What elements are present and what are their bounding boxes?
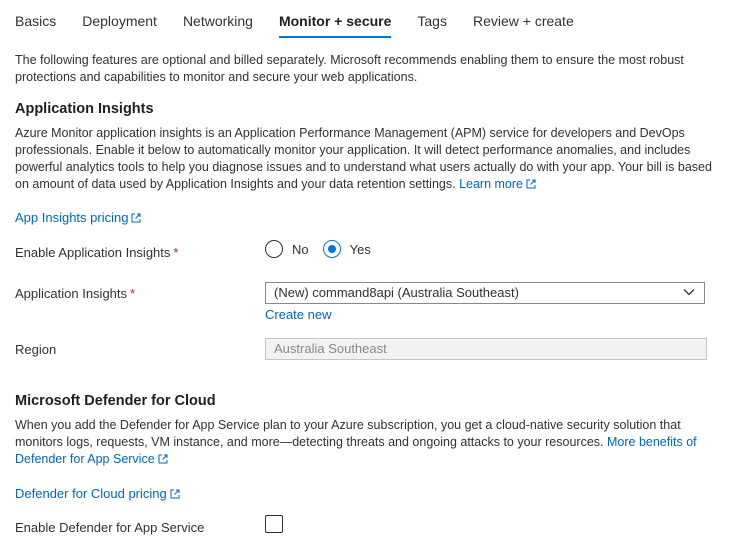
external-link-icon	[170, 489, 180, 499]
radio-yes-label[interactable]: Yes	[350, 242, 371, 257]
defender-pricing-link[interactable]: Defender for Cloud pricing	[15, 486, 180, 501]
tab-networking[interactable]: Networking	[183, 0, 253, 44]
enable-app-insights-label: Enable Application Insights *	[15, 245, 179, 260]
radio-no[interactable]	[265, 240, 283, 258]
app-insights-resource-value: (New) command8api (Australia Southeast)	[274, 285, 519, 300]
app-insights-heading: Application Insights	[15, 101, 154, 117]
intro-text: The following features are optional and …	[15, 53, 684, 84]
app-insights-description: Azure Monitor application insights is an…	[15, 125, 715, 193]
required-marker: *	[130, 286, 136, 301]
required-marker: *	[173, 245, 179, 260]
region-field: Australia Southeast	[265, 338, 707, 360]
external-link-icon	[526, 179, 536, 189]
defender-pricing: Defender for Cloud pricing	[15, 485, 715, 502]
defender-description: When you add the Defender for App Servic…	[15, 417, 715, 468]
tab-deployment[interactable]: Deployment	[82, 0, 157, 44]
enable-defender-checkbox[interactable]	[265, 515, 283, 533]
app-insights-pricing-link[interactable]: App Insights pricing	[15, 210, 141, 225]
app-insights-pricing: App Insights pricing	[15, 209, 715, 226]
radio-yes[interactable]	[322, 240, 341, 258]
enable-defender-label: Enable Defender for App Service	[15, 520, 205, 535]
region-label: Region	[15, 342, 57, 357]
radio-selected-dot	[327, 245, 336, 253]
learn-more-link[interactable]: Learn more	[459, 177, 536, 191]
radio-no-label[interactable]: No	[292, 242, 309, 257]
tab-bar: Basics Deployment Networking Monitor + s…	[15, 0, 600, 44]
app-insights-description-text: Azure Monitor application insights is an…	[15, 126, 712, 191]
enable-app-insights-radio-group: No Yes	[265, 240, 385, 258]
tab-monitor-secure[interactable]: Monitor + secure	[278, 0, 392, 44]
app-insights-resource-label: Application Insights *	[15, 286, 136, 301]
tab-basics[interactable]: Basics	[15, 0, 56, 44]
chevron-down-icon	[683, 289, 695, 296]
tab-tags[interactable]: Tags	[417, 0, 447, 44]
external-link-icon	[158, 454, 168, 464]
defender-heading: Microsoft Defender for Cloud	[15, 393, 216, 409]
tab-review-create[interactable]: Review + create	[473, 0, 574, 44]
app-insights-resource-dropdown[interactable]: (New) command8api (Australia Southeast)	[265, 282, 705, 304]
create-new-link[interactable]: Create new	[265, 307, 331, 322]
defender-description-text: When you add the Defender for App Servic…	[15, 418, 681, 449]
external-link-icon	[131, 213, 141, 223]
